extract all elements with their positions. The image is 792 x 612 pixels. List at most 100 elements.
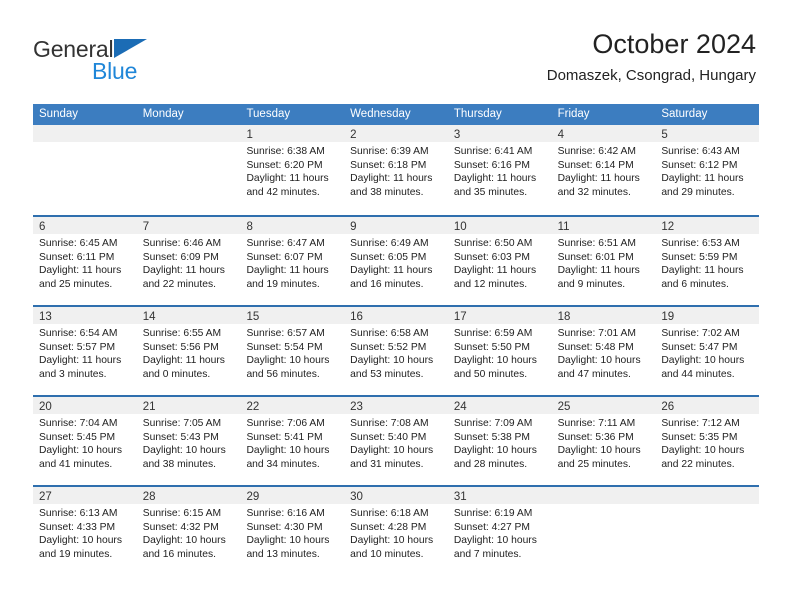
day-cell-23[interactable]: 23 Sunrise: 7:08 AM Sunset: 5:40 PM Dayligh… [344,397,448,485]
day-detail-line: Sunrise: 6:42 AM [557,146,637,157]
day-cell-5[interactable]: 5 Sunrise: 6:43 AM Sunset: 6:12 PM Daylight… [655,125,760,215]
day-detail-line: Sunset: 6:11 PM [39,251,115,263]
day-detail-line: Sunset: 4:28 PM [350,521,427,533]
day-details: Sunrise: 7:01 AM Sunset: 5:48 PM Daylight:… [552,324,656,381]
day-number: 19 [661,311,675,323]
day-number-strip: 23 [344,397,448,414]
day-detail-line: Daylight: 10 hours [39,535,122,547]
day-detail-line: and 41 minutes. [39,458,113,470]
day-detail-line: and 29 minutes. [661,186,735,198]
day-detail-line: Daylight: 11 hours [246,265,329,277]
day-cell-1[interactable]: 1 Sunrise: 6:38 AM Sunset: 6:20 PM Daylight… [240,125,345,215]
day-number: 20 [39,401,52,413]
day-cell-14[interactable]: 14 Sunrise: 6:55 AM Sunset: 5:56 PM Dayligh… [136,307,241,395]
day-cell-18[interactable]: 18 Sunrise: 7:01 AM Sunset: 5:48 PM Dayligh… [551,307,656,395]
day-detail-line: Daylight: 10 hours [246,445,330,457]
day-cell-15[interactable]: 15 Sunrise: 6:57 AM Sunset: 5:54 PM Dayligh… [240,307,345,395]
day-detail-line: Daylight: 10 hours [39,445,122,457]
day-cell-12[interactable]: 12 Sunrise: 6:53 AM Sunset: 5:59 PM Dayligh… [655,217,760,305]
day-cell-7[interactable]: 7 Sunrise: 6:46 AM Sunset: 6:09 PM Daylight… [136,217,241,305]
weekday-header-thursday: Thursday [453,108,502,120]
day-number-strip: 11 [551,217,656,234]
day-details: Sunrise: 6:16 AM Sunset: 4:30 PM Daylight:… [240,504,344,561]
day-cell-8[interactable]: 8 Sunrise: 6:47 AM Sunset: 6:07 PM Daylight… [240,217,345,305]
day-number: 8 [246,221,253,233]
day-cell-31[interactable]: 31 Sunrise: 6:19 AM Sunset: 4:27 PM Dayligh… [447,487,552,575]
day-detail-line: Sunrise: 6:38 AM [246,146,325,157]
day-cell-19[interactable]: 19 Sunrise: 7:02 AM Sunset: 5:47 PM Dayligh… [655,307,760,395]
day-detail-line: Daylight: 11 hours [557,173,640,185]
day-detail-line: Sunrise: 6:16 AM [246,508,325,519]
weekday-header-row: Sunday Monday Tuesday Wednesday Thursday Frid… [33,104,759,125]
day-number: 14 [142,311,156,323]
day-number-strip: 4 [551,125,656,142]
day-details: Sunrise: 6:42 AM Sunset: 6:14 PM Daylight:… [552,142,656,199]
day-cell-13[interactable]: 13 Sunrise: 6:54 AM Sunset: 5:57 PM Dayligh… [33,307,137,395]
day-cell-empty [136,125,241,215]
calendar-page: General Blue October 2024 Domaszek, Cson… [0,0,792,612]
day-detail-line: and 13 minutes. [246,548,320,560]
day-cell-27[interactable]: 27 Sunrise: 6:13 AM Sunset: 4:33 PM Dayligh… [33,487,137,575]
day-detail-line: Daylight: 10 hours [557,355,641,367]
day-detail-line: Sunrise: 6:55 AM [142,328,222,339]
day-details [137,142,241,145]
day-number: 6 [39,221,46,233]
day-detail-line: Sunrise: 6:18 AM [350,508,429,519]
day-number-strip: 1 [240,125,345,142]
day-number-strip [136,125,241,142]
day-detail-line: and 19 minutes. [39,548,113,560]
day-detail-line: Daylight: 10 hours [350,445,434,457]
title-block: October 2024 Domaszek, Csongrad, Hungary [547,28,756,86]
day-cell-3[interactable]: 3 Sunrise: 6:41 AM Sunset: 6:16 PM Daylight… [447,125,552,215]
day-details: Sunrise: 6:51 AM Sunset: 6:01 PM Daylight:… [552,234,656,291]
day-cell-2[interactable]: 2 Sunrise: 6:39 AM Sunset: 6:18 PM Daylight… [344,125,448,215]
day-number-strip [655,487,760,504]
day-cell-24[interactable]: 24 Sunrise: 7:09 AM Sunset: 5:38 PM Dayligh… [447,397,552,485]
day-number-strip [551,487,656,504]
day-detail-line: Daylight: 10 hours [142,445,226,457]
day-cell-empty [33,125,137,215]
day-detail-line: Sunrise: 6:57 AM [246,328,325,339]
day-detail-line: and 6 minutes. [661,278,729,290]
day-detail-line: and 7 minutes. [453,548,522,560]
day-detail-line: and 38 minutes. [142,458,216,470]
day-detail-line: and 31 minutes. [350,458,424,470]
calendar-week-row: 20 Sunrise: 7:04 AM Sunset: 5:45 PM Dayligh… [33,395,760,485]
day-number: 17 [453,311,467,323]
day-number-strip: 26 [655,397,760,414]
day-cell-4[interactable]: 4 Sunrise: 6:42 AM Sunset: 6:14 PM Daylight… [551,125,656,215]
day-detail-line: and 42 minutes. [246,186,320,198]
day-cell-21[interactable]: 21 Sunrise: 7:05 AM Sunset: 5:43 PM Dayligh… [136,397,241,485]
day-number-strip: 14 [136,307,241,324]
day-number: 23 [350,401,363,413]
generalblue-logo[interactable]: General Blue [33,36,223,88]
day-cell-11[interactable]: 11 Sunrise: 6:51 AM Sunset: 6:01 PM Dayligh… [551,217,656,305]
day-cell-26[interactable]: 26 Sunrise: 7:12 AM Sunset: 5:35 PM Dayligh… [655,397,760,485]
day-detail-line: Sunrise: 7:08 AM [350,418,429,429]
day-detail-line: Daylight: 10 hours [246,535,330,547]
day-detail-line: Sunrise: 6:47 AM [246,238,325,249]
day-detail-line: Sunset: 5:59 PM [661,251,738,263]
day-detail-line: and 56 minutes. [246,368,320,380]
day-details: Sunrise: 6:45 AM Sunset: 6:11 PM Daylight:… [33,234,137,291]
day-number-strip: 3 [447,125,552,142]
day-cell-10[interactable]: 10 Sunrise: 6:50 AM Sunset: 6:03 PM Dayligh… [447,217,552,305]
day-detail-line: Sunset: 6:05 PM [350,251,427,263]
day-cell-16[interactable]: 16 Sunrise: 6:58 AM Sunset: 5:52 PM Dayligh… [344,307,448,395]
day-detail-line: Daylight: 10 hours [453,535,537,547]
day-number: 29 [246,491,260,503]
day-details: Sunrise: 6:53 AM Sunset: 5:59 PM Daylight:… [655,234,759,291]
day-cell-20[interactable]: 20 Sunrise: 7:04 AM Sunset: 5:45 PM Dayligh… [33,397,137,485]
day-detail-line: Sunset: 5:43 PM [142,431,219,443]
day-cell-30[interactable]: 30 Sunrise: 6:18 AM Sunset: 4:28 PM Dayligh… [344,487,448,575]
day-cell-25[interactable]: 25 Sunrise: 7:11 AM Sunset: 5:36 PM Dayligh… [551,397,656,485]
day-cell-28[interactable]: 28 Sunrise: 6:15 AM Sunset: 4:32 PM Dayligh… [136,487,241,575]
day-number-strip: 10 [447,217,552,234]
day-cell-22[interactable]: 22 Sunrise: 7:06 AM Sunset: 5:41 PM Dayligh… [240,397,345,485]
day-detail-line: Daylight: 11 hours [661,265,744,277]
day-cell-29[interactable]: 29 Sunrise: 6:16 AM Sunset: 4:30 PM Dayligh… [240,487,345,575]
day-cell-17[interactable]: 17 Sunrise: 6:59 AM Sunset: 5:50 PM Dayligh… [447,307,552,395]
day-cell-6[interactable]: 6 Sunrise: 6:45 AM Sunset: 6:11 PM Daylight… [33,217,137,305]
day-cell-9[interactable]: 9 Sunrise: 6:49 AM Sunset: 6:05 PM Daylight… [344,217,448,305]
day-detail-line: Daylight: 11 hours [246,173,329,185]
